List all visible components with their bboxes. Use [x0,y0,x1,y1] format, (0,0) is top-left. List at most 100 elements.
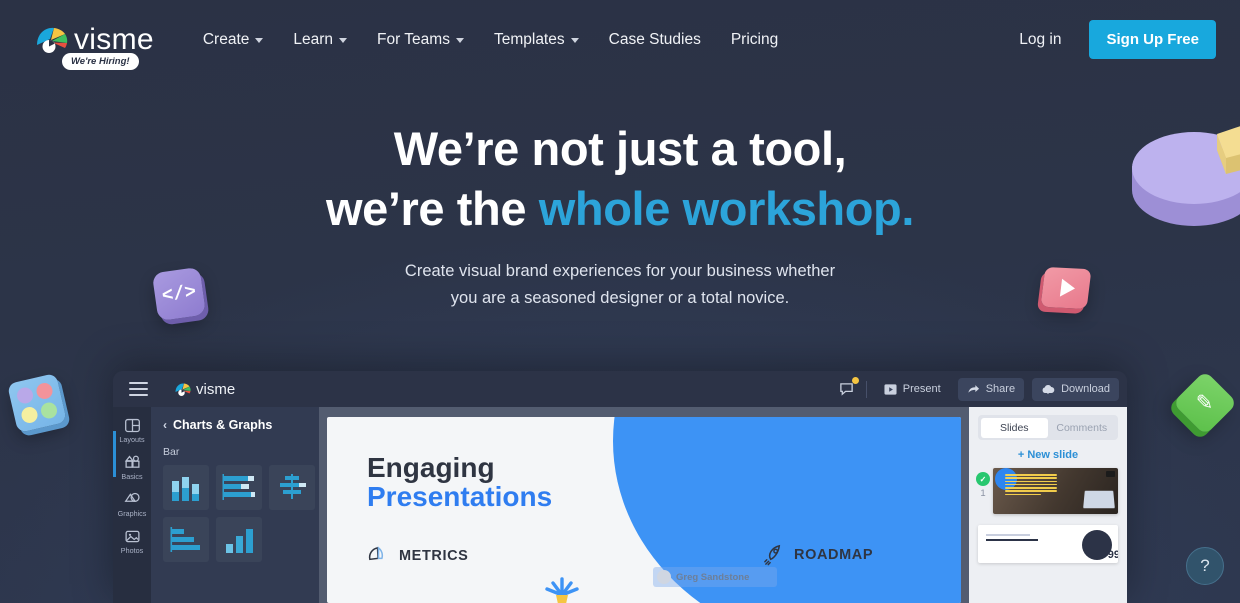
hero-section: We’re not just a tool, we’re the whole w… [0,79,1240,312]
nav-label: Case Studies [608,30,701,48]
app-brand-name: visme [196,380,236,398]
pen-nib: ✎ [1196,391,1214,415]
nav-item-pricing[interactable]: Pricing [716,21,793,59]
grouped-bar-chart-icon[interactable] [269,465,315,510]
tab-comments[interactable]: Comments [1048,418,1116,438]
app-mockup: visme Present Share Download Layouts Bas… [113,371,1127,603]
nav-label: Templates [493,30,565,48]
present-button[interactable]: Present [875,378,950,401]
basics-shapes-icon [124,455,140,468]
panel-section-label: Bar [163,446,180,458]
hero-subheading: Create visual brand experiences for your… [0,258,1240,311]
hiring-badge[interactable]: We're Hiring! [62,52,139,70]
visme-fan-logo-icon [34,25,68,55]
stacked-horizontal-bar-icon[interactable] [163,517,209,562]
vertical-bar-chart-icon[interactable] [163,465,209,510]
hamburger-menu-icon[interactable] [129,382,148,396]
rail-label: Basics [121,472,143,481]
nav-item-create[interactable]: Create [188,21,279,59]
chart-type-grid [163,465,315,562]
nav-label: Create [202,30,250,48]
pen-tool-icon: ✎ [1172,370,1238,436]
share-button[interactable]: Share [957,377,1025,401]
slide-title: Engaging Presentations [367,453,552,511]
panel-title: Charts & Graphs [173,418,273,432]
avatar [657,570,671,584]
notifications-icon[interactable] [836,377,859,400]
app-brand-logo: visme [174,381,235,398]
chevron-down-icon [255,38,264,43]
nav-label: Learn [293,30,334,48]
main-navigation: Create Learn For Teams Templates Case St… [188,21,793,59]
nav-item-templates[interactable]: Templates [479,21,594,59]
slide-thumbnail-next[interactable]: 99 [978,525,1118,563]
play-icon [884,383,897,395]
tile-dot [19,405,40,425]
rail-item-graphics[interactable]: Graphics [113,488,151,520]
chevron-down-icon [339,38,348,43]
thumb-laptop-image [1083,490,1115,509]
pie-slice-icon [368,546,384,561]
headline-line-1: We’re not just a tool, [393,122,847,175]
panel-accent-bar [113,431,116,477]
share-arrow-icon [968,384,979,393]
app-body: Layouts Basics Graphics Photos ‹ Charts … [113,407,1127,603]
rail-label: Photos [120,546,144,555]
panel-header[interactable]: ‹ Charts & Graphs [163,418,307,432]
slide-title-line-2: Presentations [367,481,553,513]
nav-item-for-teams[interactable]: For Teams [362,21,479,59]
nav-label: Pricing [730,30,779,48]
headline-line-2-plain: we’re the [325,181,539,235]
app-left-rail: Layouts Basics Graphics Photos [113,407,151,603]
horizontal-bar-chart-icon[interactable] [216,465,262,510]
headline-line-2-accent: whole workshop. [538,181,915,235]
tile-dot [34,381,55,401]
slide-thumbnail[interactable] [993,468,1118,514]
slides-panel: Slides Comments + New slide ✓ 1 99 [113,407,1127,603]
rail-item-layouts[interactable]: Layouts [113,414,151,446]
layouts-icon [124,418,140,433]
thumb-text-lines [1005,474,1057,497]
login-link[interactable]: Log in [1009,23,1071,57]
rail-label: Layouts [119,435,145,444]
slide-list-item: ✓ 1 [976,468,1118,514]
sunburst-decoration [542,565,582,603]
app-toolbar-actions: Present Share Download [836,377,1119,401]
help-button[interactable]: ? [1186,547,1224,585]
slide-feature-roadmap: ROADMAP [762,543,873,566]
tab-slides[interactable]: Slides [980,417,1048,438]
site-header: visme We're Hiring! Create Learn For Tea… [0,0,1240,79]
thumb-badge [1106,471,1115,477]
rail-label: Graphics [117,509,147,518]
rail-item-photos[interactable]: Photos [113,525,151,557]
present-label: Present [902,383,941,395]
chevron-down-icon [570,38,579,43]
download-label: Download [1061,383,1110,395]
toolbar-divider [865,380,867,398]
brand-logo[interactable]: visme We're Hiring! [34,22,154,70]
thumb2-line [986,539,1038,541]
signup-button[interactable]: Sign Up Free [1089,20,1216,59]
slide-canvas[interactable]: Engaging Presentations METRICS Greg Sand… [327,417,961,603]
collaborator-cursor: Greg Sandstone [653,567,778,587]
chevron-left-icon[interactable]: ‹ [163,418,167,432]
cloud-download-icon [1042,384,1055,394]
graphics-icon [123,492,140,502]
rail-item-basics[interactable]: Basics [113,451,151,483]
new-slide-button[interactable]: + New slide [978,440,1118,468]
nav-item-learn[interactable]: Learn [278,21,362,59]
download-button[interactable]: Download [1032,377,1119,401]
header-actions: Log in Sign Up Free [1009,20,1216,59]
slide-feature-metrics: METRICS [367,544,468,567]
thumb2-line [986,534,1030,536]
subhead-line-2: you are a seasoned designer or a total n… [450,289,790,308]
notification-badge [851,377,859,384]
canvas-area: Engaging Presentations METRICS Greg Sand… [319,407,969,603]
column-chart-icon[interactable] [216,517,262,562]
rocket-icon [764,544,781,566]
slide-title-line-1: Engaging [367,452,495,483]
brand-name: visme [74,22,154,56]
tile-dot [39,400,59,421]
nav-item-case-studies[interactable]: Case Studies [594,21,716,59]
feature-label: ROADMAP [794,546,874,563]
